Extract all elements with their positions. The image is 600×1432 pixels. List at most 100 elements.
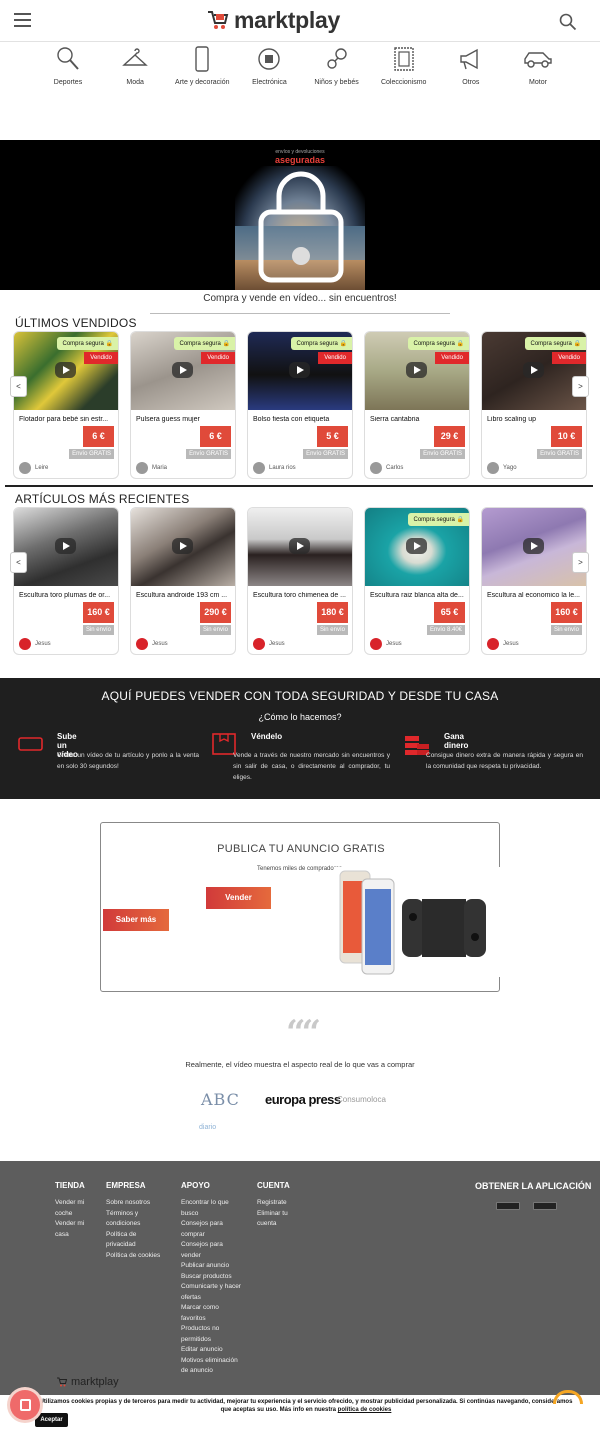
seller[interactable]: Carlos bbox=[370, 462, 403, 474]
carousel-next-button[interactable]: > bbox=[572, 552, 589, 573]
seller[interactable]: Jesus bbox=[370, 638, 402, 650]
footer-logo[interactable]: marktplay bbox=[56, 1376, 119, 1388]
safe-badge: Compra segura 🔒 bbox=[525, 337, 586, 350]
category-motor[interactable]: Motor bbox=[506, 44, 570, 94]
category-arte[interactable]: Arte y decoración bbox=[170, 44, 234, 94]
promo-subtitle: Tenemos miles de compradores bbox=[257, 866, 343, 872]
footer-link[interactable]: Política de cookies bbox=[106, 1251, 166, 1262]
product-title: Escultura toro chimenea de ... bbox=[253, 592, 346, 599]
play-icon bbox=[172, 538, 193, 554]
category-coleccionismo[interactable]: Coleccionismo bbox=[372, 44, 436, 94]
footer-heading: APOYO bbox=[181, 1181, 210, 1190]
footer-link[interactable]: Sobre nosotros bbox=[106, 1198, 166, 1209]
seller[interactable]: Yago bbox=[487, 462, 517, 474]
footer-link[interactable]: Registrate bbox=[257, 1198, 302, 1209]
sold-badge: Vendido bbox=[435, 352, 469, 364]
seller[interactable]: Jesus bbox=[487, 638, 519, 650]
footer-column-cuenta: CUENTA Registrate Eliminar tu cuenta bbox=[257, 1181, 302, 1230]
shipping-label: Envío GRATIS bbox=[69, 449, 114, 459]
seller[interactable]: Jesus bbox=[136, 638, 168, 650]
product-price: 160 € bbox=[83, 602, 114, 623]
footer-link[interactable]: Publicar anuncio bbox=[181, 1261, 241, 1272]
product-title: Pulsera guess mujer bbox=[136, 416, 200, 423]
megaphone-icon bbox=[460, 48, 478, 70]
product-card[interactable]: Escultura toro chimenea de ... 180 € Sin… bbox=[247, 507, 353, 655]
footer-link[interactable]: Encontrar lo que busco bbox=[181, 1198, 241, 1219]
lock-icon: 🔒 bbox=[105, 341, 113, 347]
avatar bbox=[19, 462, 31, 474]
product-card[interactable]: Compra segura 🔒 Vendido Sierra cantabria… bbox=[364, 331, 470, 479]
learn-more-button[interactable]: Saber más bbox=[103, 909, 169, 931]
seller[interactable]: Leire bbox=[19, 462, 48, 474]
product-card[interactable]: Compra segura 🔒 Vendido Pulsera guess mu… bbox=[130, 331, 236, 479]
shipping-label: Envío GRATIS bbox=[537, 449, 582, 459]
avatar bbox=[136, 638, 148, 650]
product-card[interactable]: Compra segura 🔒 Vendido Libro scaling up… bbox=[481, 331, 587, 479]
product-title: Libro scaling up bbox=[487, 416, 537, 423]
shipping-label: Sin envío bbox=[82, 625, 114, 635]
press-logo-consumoloca: Consumoloca bbox=[337, 1095, 386, 1104]
avatar bbox=[370, 462, 382, 474]
play-icon bbox=[289, 538, 310, 554]
sell-button[interactable]: Vender bbox=[206, 887, 271, 909]
carousel-prev-button[interactable]: < bbox=[10, 552, 27, 573]
product-card[interactable]: Compra segura 🔒 Escultura raiz blanca al… bbox=[364, 507, 470, 655]
product-price: 10 € bbox=[551, 426, 582, 447]
hero-banner[interactable]: envíos y devoluciones aseguradas bbox=[0, 140, 600, 290]
seller-name: Jesus bbox=[152, 641, 168, 647]
product-price: 6 € bbox=[83, 426, 114, 447]
footer-link[interactable]: Eliminar tu cuenta bbox=[257, 1209, 302, 1230]
seller-name: Laura rios bbox=[269, 465, 296, 471]
avatar bbox=[253, 638, 265, 650]
accept-cookies-button[interactable]: Aceptar bbox=[35, 1413, 68, 1427]
cookie-policy-link[interactable]: política de cookies bbox=[338, 1407, 392, 1413]
chat-icon[interactable] bbox=[10, 1390, 40, 1420]
category-deportes[interactable]: Deportes bbox=[36, 44, 100, 94]
footer-link[interactable]: Marcar como favoritos bbox=[181, 1303, 241, 1324]
avatar bbox=[487, 462, 499, 474]
divider bbox=[150, 313, 450, 314]
carousel-prev-button[interactable]: < bbox=[10, 376, 27, 397]
feature-description: Consigue dinero extra de manera rápida y… bbox=[426, 752, 583, 770]
category-moda[interactable]: Moda bbox=[103, 44, 167, 94]
footer-link[interactable]: Productos no permitidos bbox=[181, 1324, 241, 1345]
google-play-badge[interactable] bbox=[533, 1202, 557, 1210]
product-card[interactable]: Compra segura 🔒 Vendido Bolso fiesta con… bbox=[247, 331, 353, 479]
app-store-badge[interactable] bbox=[496, 1202, 520, 1210]
seller[interactable]: Jesus bbox=[19, 638, 51, 650]
footer-link[interactable]: Política de privacidad bbox=[106, 1230, 166, 1251]
safe-badge: Compra segura 🔒 bbox=[291, 337, 352, 350]
footer-link[interactable]: Comunicarte y hacer ofertas bbox=[181, 1282, 241, 1303]
seller[interactable]: Laura rios bbox=[253, 462, 296, 474]
cart-logo-icon bbox=[57, 1377, 68, 1387]
footer-link[interactable]: Vender mi coche bbox=[55, 1198, 95, 1219]
category-electronica[interactable]: Electrónica bbox=[237, 44, 301, 94]
product-price: 180 € bbox=[317, 602, 348, 623]
category-label: Motor bbox=[529, 79, 547, 86]
footer-link[interactable]: Consejos para vender bbox=[181, 1240, 241, 1261]
footer-link[interactable]: Motivos eliminación de anuncio bbox=[181, 1356, 241, 1377]
footer-link[interactable]: Buscar productos bbox=[181, 1272, 241, 1283]
category-ninos[interactable]: Niños y bebés bbox=[305, 44, 369, 94]
footer-link[interactable]: Editar anuncio bbox=[181, 1345, 241, 1356]
product-card[interactable]: Escultura al economico la le... 160 € Si… bbox=[481, 507, 587, 655]
search-icon[interactable] bbox=[559, 13, 577, 31]
category-label: Deportes bbox=[53, 79, 83, 86]
play-icon bbox=[523, 362, 544, 378]
product-title: Escultura al economico la le... bbox=[487, 592, 580, 599]
footer-link[interactable]: Términos y condiciones bbox=[106, 1209, 166, 1230]
footer-link[interactable]: Vender mi casa bbox=[55, 1219, 95, 1240]
footer-heading: TIENDA bbox=[55, 1181, 85, 1190]
category-otros[interactable]: Otros bbox=[439, 44, 503, 94]
site-logo[interactable]: marktplay bbox=[206, 6, 340, 34]
product-card[interactable]: Escultura androide 193 cm ... 290 € Sin … bbox=[130, 507, 236, 655]
play-icon bbox=[55, 362, 76, 378]
product-card[interactable]: Compra segura 🔒 Vendido Flotador para be… bbox=[13, 331, 119, 479]
sold-carousel: Compra segura 🔒 Vendido Flotador para be… bbox=[0, 331, 600, 481]
product-card[interactable]: Escultura toro plumas de or... 160 € Sin… bbox=[13, 507, 119, 655]
seller[interactable]: Jesus bbox=[253, 638, 285, 650]
carousel-next-button[interactable]: > bbox=[572, 376, 589, 397]
seller[interactable]: Maria bbox=[136, 462, 167, 474]
footer-link[interactable]: Consejos para comprar bbox=[181, 1219, 241, 1240]
hamburger-icon[interactable] bbox=[14, 13, 31, 28]
